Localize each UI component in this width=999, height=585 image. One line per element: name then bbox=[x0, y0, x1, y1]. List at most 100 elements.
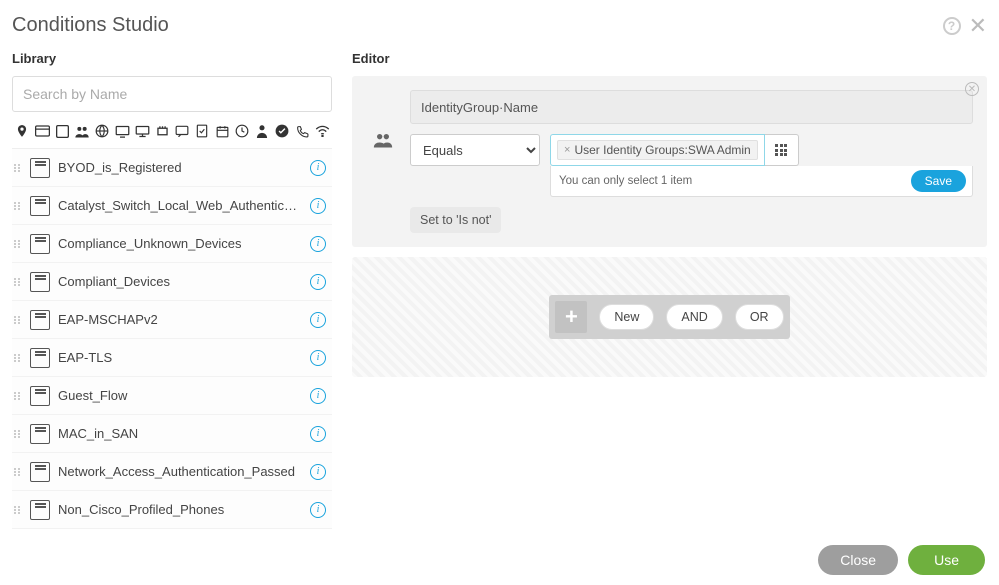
close-button[interactable]: Close bbox=[818, 545, 898, 575]
attribute-field[interactable]: IdentityGroup·Name bbox=[410, 90, 973, 124]
library-item[interactable]: EAP-TLS i bbox=[12, 339, 332, 377]
info-icon[interactable]: i bbox=[310, 236, 326, 252]
operator-select[interactable]: Equals bbox=[410, 134, 540, 166]
library-item-label: BYOD_is_Registered bbox=[58, 160, 302, 175]
desktop-icon[interactable] bbox=[132, 120, 152, 142]
condition-icon bbox=[30, 234, 50, 254]
chip-remove-icon[interactable]: × bbox=[564, 144, 570, 156]
info-icon[interactable]: i bbox=[310, 160, 326, 176]
message-icon[interactable] bbox=[172, 120, 192, 142]
info-icon[interactable]: i bbox=[310, 426, 326, 442]
value-input[interactable]: × User Identity Groups:SWA Admin bbox=[550, 134, 765, 166]
person-icon[interactable] bbox=[252, 120, 272, 142]
value-hint-text: You can only select 1 item bbox=[559, 175, 692, 187]
library-item-label: Compliant_Devices bbox=[58, 274, 302, 289]
check-circle-icon[interactable] bbox=[272, 120, 292, 142]
condition-editor: ✕ IdentityGroup·Name Equals bbox=[352, 76, 987, 247]
calendar-icon[interactable] bbox=[212, 120, 232, 142]
condition-icon bbox=[30, 386, 50, 406]
library-title: Library bbox=[12, 51, 332, 66]
library-item-label: Network_Access_Authentication_Passed bbox=[58, 464, 302, 479]
clock-icon[interactable] bbox=[232, 120, 252, 142]
check-doc-icon[interactable] bbox=[192, 120, 212, 142]
drag-handle-icon[interactable] bbox=[12, 202, 22, 210]
drag-handle-icon[interactable] bbox=[12, 392, 22, 400]
filter-icon-bar bbox=[12, 120, 332, 142]
library-item[interactable]: Compliant_Devices i bbox=[12, 263, 332, 301]
library-item-label: Guest_Flow bbox=[58, 388, 302, 403]
location-pin-icon[interactable] bbox=[12, 120, 32, 142]
search-input[interactable] bbox=[12, 76, 332, 112]
library-item-label: Catalyst_Switch_Local_Web_Authentication bbox=[58, 198, 302, 213]
library-item-label: EAP-TLS bbox=[58, 350, 302, 365]
info-icon[interactable]: i bbox=[310, 388, 326, 404]
device-box-icon[interactable] bbox=[52, 120, 72, 142]
library-item[interactable]: Compliance_Unknown_Devices i bbox=[12, 225, 332, 263]
card-icon[interactable] bbox=[32, 120, 52, 142]
library-item[interactable]: BYOD_is_Registered i bbox=[12, 149, 332, 187]
info-icon[interactable]: i bbox=[310, 198, 326, 214]
drag-handle-icon[interactable] bbox=[12, 240, 22, 248]
remove-condition-icon[interactable]: ✕ bbox=[965, 82, 979, 96]
help-icon[interactable]: ? bbox=[943, 17, 961, 35]
condition-icon bbox=[30, 348, 50, 368]
phone-icon[interactable] bbox=[292, 120, 312, 142]
condition-icon bbox=[30, 310, 50, 330]
condition-icon bbox=[30, 158, 50, 178]
attribute-value: IdentityGroup·Name bbox=[421, 100, 538, 115]
condition-icon bbox=[30, 196, 50, 216]
drag-handle-icon[interactable] bbox=[12, 164, 22, 172]
editor-title: Editor bbox=[352, 51, 987, 66]
chip-label: User Identity Groups:SWA Admin bbox=[574, 143, 750, 157]
users-icon[interactable] bbox=[72, 120, 92, 142]
logic-toolbar: + New AND OR bbox=[549, 295, 789, 339]
drag-handle-icon[interactable] bbox=[12, 506, 22, 514]
drag-handle-icon[interactable] bbox=[12, 316, 22, 324]
value-picker-button[interactable] bbox=[765, 134, 799, 166]
dialog-footer: Close Use bbox=[818, 545, 985, 575]
condition-icon bbox=[30, 272, 50, 292]
dialog-title: Conditions Studio bbox=[12, 14, 169, 37]
drag-handle-icon[interactable] bbox=[12, 354, 22, 362]
library-item[interactable]: EAP-MSCHAPv2 i bbox=[12, 301, 332, 339]
set-is-not-button[interactable]: Set to 'Is not' bbox=[410, 207, 501, 233]
logic-drop-zone[interactable]: + New AND OR bbox=[352, 257, 987, 377]
info-icon[interactable]: i bbox=[310, 502, 326, 518]
save-button[interactable]: Save bbox=[911, 170, 966, 192]
library-item[interactable]: MAC_in_SAN i bbox=[12, 415, 332, 453]
monitor-icon[interactable] bbox=[112, 120, 132, 142]
value-chip: × User Identity Groups:SWA Admin bbox=[557, 140, 758, 160]
header-actions: ? ✕ bbox=[943, 17, 987, 35]
port-icon[interactable] bbox=[152, 120, 172, 142]
condition-icon bbox=[30, 462, 50, 482]
drag-handle-icon[interactable] bbox=[12, 430, 22, 438]
library-item[interactable]: Network_Access_Authentication_Passed i bbox=[12, 453, 332, 491]
info-icon[interactable]: i bbox=[310, 274, 326, 290]
close-icon[interactable]: ✕ bbox=[969, 17, 987, 35]
condition-icon bbox=[30, 500, 50, 520]
or-button[interactable]: OR bbox=[735, 304, 784, 330]
library-item[interactable]: Guest_Flow i bbox=[12, 377, 332, 415]
value-dropdown: You can only select 1 item Save bbox=[550, 166, 973, 197]
editor-panel: Editor ✕ IdentityGroup·Name Equals bbox=[352, 45, 987, 529]
condition-icon bbox=[30, 424, 50, 444]
grid-icon bbox=[775, 144, 787, 156]
library-item-label: Non_Cisco_Profiled_Phones bbox=[58, 502, 302, 517]
drag-handle-icon[interactable] bbox=[12, 278, 22, 286]
library-item-label: MAC_in_SAN bbox=[58, 426, 302, 441]
library-item[interactable]: Non_Cisco_Profiled_Phones i bbox=[12, 491, 332, 529]
info-icon[interactable]: i bbox=[310, 350, 326, 366]
library-item[interactable]: Catalyst_Switch_Local_Web_Authentication… bbox=[12, 187, 332, 225]
info-icon[interactable]: i bbox=[310, 312, 326, 328]
library-list[interactable]: BYOD_is_Registered i Catalyst_Switch_Loc… bbox=[12, 148, 332, 529]
plus-icon: + bbox=[555, 301, 587, 333]
drag-handle-icon[interactable] bbox=[12, 468, 22, 476]
and-button[interactable]: AND bbox=[666, 304, 722, 330]
info-icon[interactable]: i bbox=[310, 464, 326, 480]
wifi-icon[interactable] bbox=[312, 120, 332, 142]
globe-icon[interactable] bbox=[92, 120, 112, 142]
library-item-label: Compliance_Unknown_Devices bbox=[58, 236, 302, 251]
new-button[interactable]: New bbox=[599, 304, 654, 330]
library-item-label: EAP-MSCHAPv2 bbox=[58, 312, 302, 327]
use-button[interactable]: Use bbox=[908, 545, 985, 575]
